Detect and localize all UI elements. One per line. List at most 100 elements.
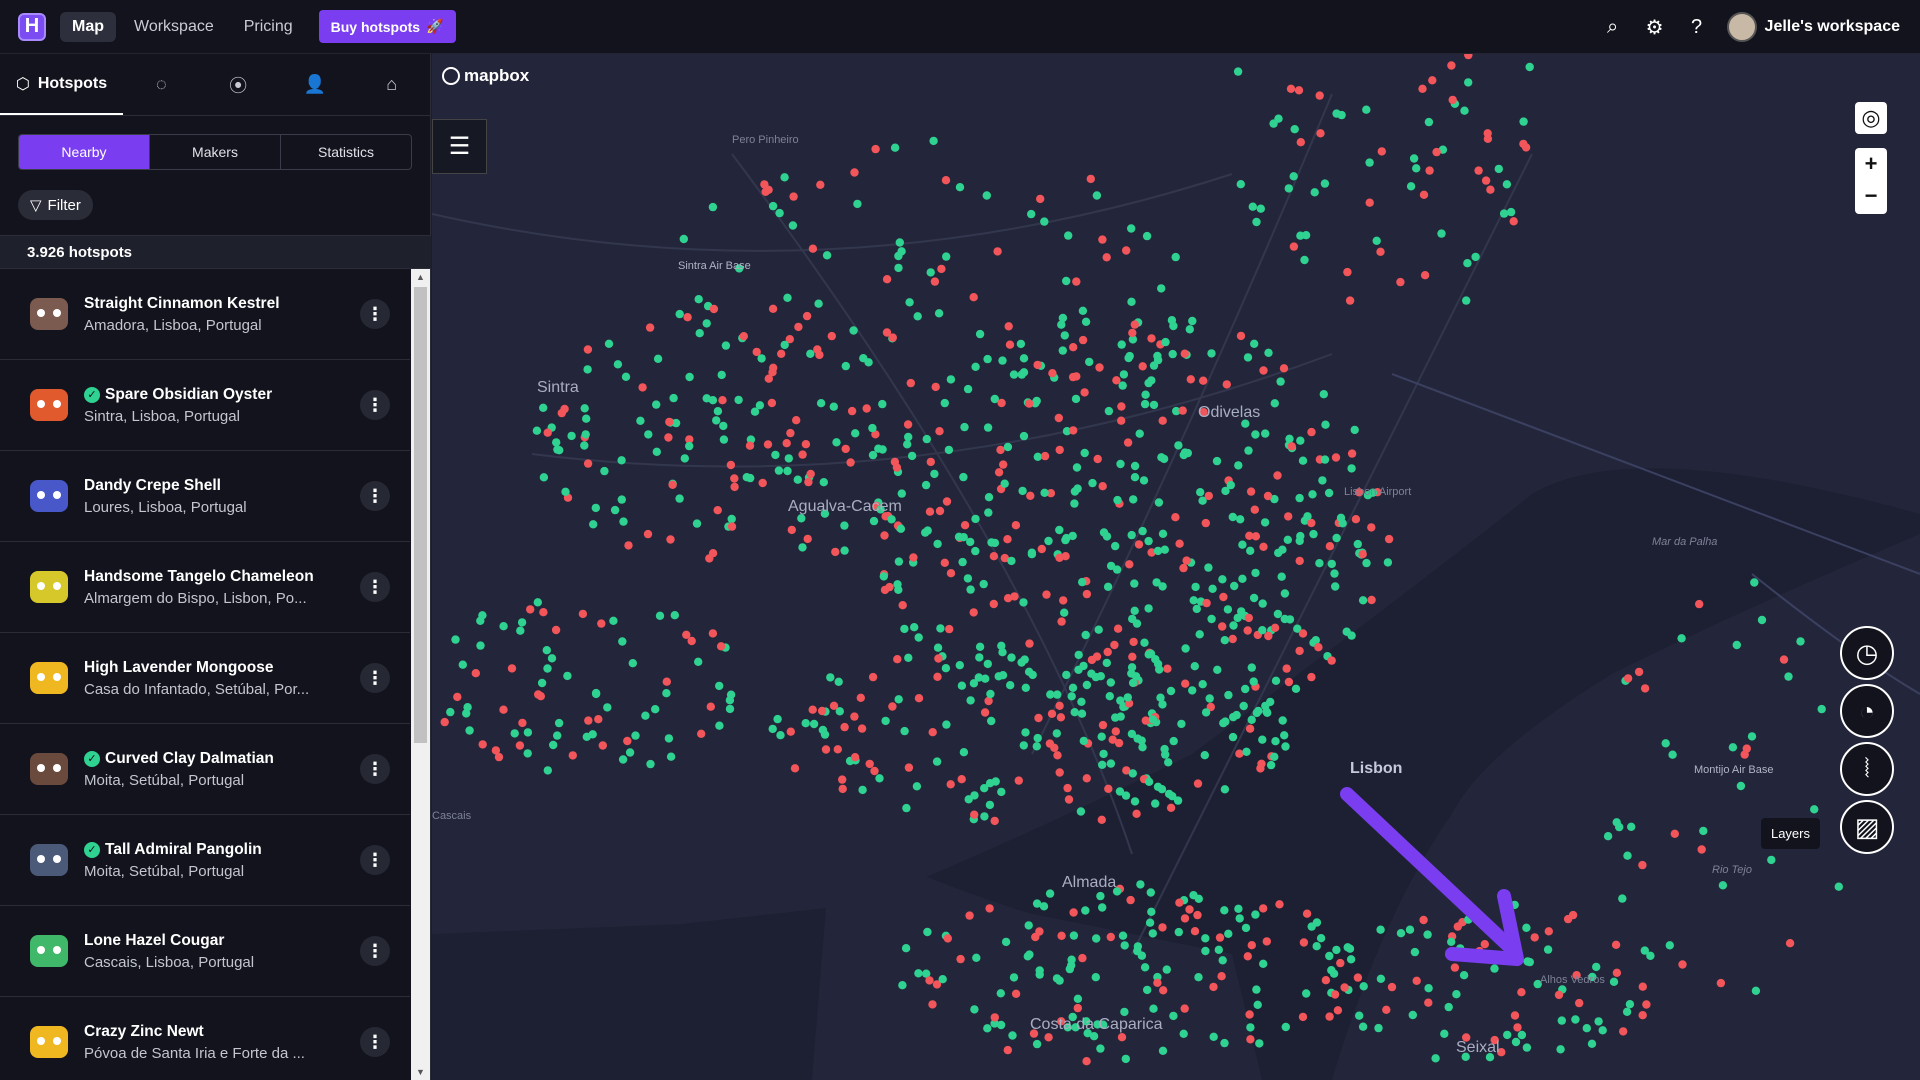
hotspot-marker[interactable]: [806, 349, 815, 358]
hotspot-marker[interactable]: [1347, 449, 1357, 458]
hotspot-marker[interactable]: [853, 199, 862, 209]
hotspot-marker[interactable]: [831, 547, 840, 557]
hotspot-marker[interactable]: [958, 557, 967, 567]
hotspot-marker[interactable]: [478, 740, 487, 749]
hotspot-marker[interactable]: [1224, 690, 1233, 700]
hotspot-marker[interactable]: [1168, 349, 1177, 359]
list-scrollbar[interactable]: ▲ ▼: [411, 269, 430, 1080]
hotspot-marker[interactable]: [1149, 1004, 1158, 1013]
hotspot-marker[interactable]: [719, 435, 729, 444]
hotspot-marker[interactable]: [900, 624, 909, 634]
search-icon[interactable]: ⌕: [1601, 16, 1625, 39]
hotspot-marker[interactable]: [1302, 989, 1311, 998]
hotspot-marker[interactable]: [1195, 630, 1204, 639]
hotspot-marker[interactable]: [808, 244, 818, 253]
hotspot-marker[interactable]: [697, 729, 706, 738]
hotspot-marker[interactable]: [1290, 125, 1299, 134]
hotspot-marker[interactable]: [1145, 918, 1155, 927]
hotspot-marker[interactable]: [1158, 529, 1168, 538]
hotspot-marker[interactable]: [543, 766, 552, 775]
hotspot-marker[interactable]: [1129, 495, 1138, 504]
hotspot-marker[interactable]: [806, 469, 815, 479]
hotspot-marker[interactable]: [888, 702, 897, 711]
list-item[interactable]: ✓ Tall Admiral Pangolin Moita, Setúbal, …: [0, 815, 410, 906]
hotspot-marker[interactable]: [893, 580, 902, 589]
hotspot-marker[interactable]: [1406, 182, 1416, 191]
hotspot-marker[interactable]: [1728, 743, 1738, 752]
hotspot-marker[interactable]: [708, 396, 718, 405]
hotspot-marker[interactable]: [1365, 158, 1374, 167]
hotspot-marker[interactable]: [943, 934, 952, 943]
hotspot-marker[interactable]: [1320, 179, 1330, 188]
hotspot-marker[interactable]: [1325, 1012, 1334, 1021]
hotspot-marker[interactable]: [942, 252, 951, 261]
hotspot-marker[interactable]: [567, 431, 576, 441]
hotspot-marker[interactable]: [1405, 925, 1415, 934]
hotspot-marker[interactable]: [1330, 569, 1339, 578]
hotspot-marker[interactable]: [1194, 973, 1203, 982]
hotspot-marker[interactable]: [730, 474, 739, 483]
hotspot-marker[interactable]: [944, 445, 954, 455]
hotspot-marker[interactable]: [971, 546, 980, 556]
hotspot-marker[interactable]: [1130, 606, 1139, 615]
hotspot-marker[interactable]: [1523, 957, 1532, 966]
hotspot-marker[interactable]: [996, 445, 1005, 455]
hotspot-marker[interactable]: [1220, 785, 1230, 794]
hotspot-marker[interactable]: [1117, 340, 1126, 349]
hotspot-marker[interactable]: [1295, 556, 1304, 566]
hotspot-marker[interactable]: [1032, 742, 1041, 751]
hotspot-marker[interactable]: [680, 454, 689, 463]
hotspot-marker[interactable]: [802, 311, 812, 321]
hotspot-marker[interactable]: [476, 641, 485, 650]
hotspot-marker[interactable]: [1718, 881, 1728, 890]
hotspot-marker[interactable]: [1452, 990, 1461, 999]
hotspot-marker[interactable]: [517, 618, 527, 627]
hotspot-marker[interactable]: [726, 690, 736, 699]
hotspot-marker[interactable]: [1098, 903, 1107, 912]
hotspot-marker[interactable]: [1009, 370, 1019, 379]
hotspot-marker[interactable]: [543, 664, 552, 673]
hotspot-marker[interactable]: [970, 810, 979, 819]
hotspot-marker[interactable]: [905, 298, 914, 307]
hotspot-marker[interactable]: [685, 372, 694, 382]
hotspot-marker[interactable]: [670, 611, 679, 620]
hotspot-marker[interactable]: [1082, 1057, 1091, 1066]
hotspot-marker[interactable]: [1235, 749, 1244, 758]
hotspot-marker[interactable]: [664, 734, 674, 743]
hotspot-marker[interactable]: [1424, 998, 1433, 1007]
hotspot-marker[interactable]: [868, 423, 877, 433]
hotspot-marker[interactable]: [1219, 718, 1228, 728]
hotspot-marker[interactable]: [1003, 535, 1012, 544]
hotspot-marker[interactable]: [1064, 231, 1073, 240]
hotspot-marker[interactable]: [694, 657, 703, 666]
list-item[interactable]: Dandy Crepe Shell Loures, Lisboa, Portug…: [0, 451, 410, 542]
hotspot-marker[interactable]: [833, 745, 842, 754]
hotspot-marker[interactable]: [1233, 67, 1243, 76]
hotspot-marker[interactable]: [1310, 188, 1319, 197]
hotspot-marker[interactable]: [727, 522, 737, 531]
hotspot-marker[interactable]: [925, 976, 934, 985]
hotspot-marker[interactable]: [1149, 361, 1159, 370]
hotspot-marker[interactable]: [1121, 791, 1131, 800]
hotspot-marker[interactable]: [1418, 84, 1427, 93]
hotspot-marker[interactable]: [1481, 176, 1491, 185]
hotspot-marker[interactable]: [1259, 366, 1268, 375]
hotspot-marker[interactable]: [1081, 317, 1091, 326]
hotspot-marker[interactable]: [1190, 927, 1200, 936]
hotspot-marker[interactable]: [813, 345, 822, 354]
hotspot-marker[interactable]: [893, 655, 902, 664]
hotspot-marker[interactable]: [1178, 406, 1187, 415]
hotspot-marker[interactable]: [782, 439, 791, 448]
hotspot-marker[interactable]: [1238, 574, 1247, 583]
hotspot-marker[interactable]: [912, 782, 922, 791]
hotspot-marker[interactable]: [1252, 217, 1261, 227]
hotspot-marker[interactable]: [983, 1024, 992, 1033]
hotspot-marker[interactable]: [1298, 629, 1308, 638]
hotspot-marker[interactable]: [1132, 809, 1141, 818]
hotspot-marker[interactable]: [1312, 942, 1321, 951]
hotspot-marker[interactable]: [1619, 1027, 1628, 1036]
hotspot-marker[interactable]: [879, 572, 888, 581]
hotspot-marker[interactable]: [1026, 491, 1035, 500]
hotspot-marker[interactable]: [1376, 925, 1385, 934]
hotspot-marker[interactable]: [1302, 909, 1312, 918]
